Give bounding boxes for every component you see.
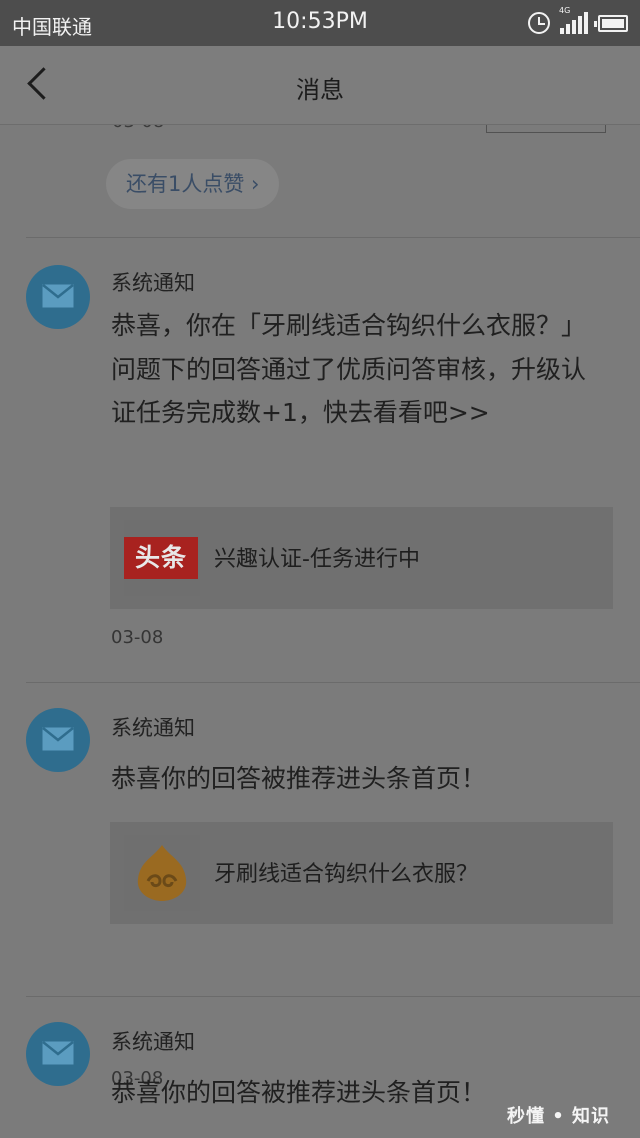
alarm-icon <box>528 12 550 34</box>
system-notice-avatar-mail-icon <box>26 708 90 772</box>
page-title: 消息 <box>296 76 344 104</box>
divider <box>26 996 640 997</box>
signal-icon: 4G <box>559 6 588 34</box>
card-thumbnail: 头条 <box>124 520 200 596</box>
card-thumbnail <box>124 835 200 911</box>
nav-bar: 消息 <box>0 46 640 125</box>
notification-body[interactable]: 恭喜你的回答被推荐进头条首页！ <box>111 757 601 801</box>
network-type: 4G <box>559 6 571 15</box>
notification-sender: 系统通知 <box>111 1030 195 1054</box>
more-likes-button[interactable]: 还有1人点赞 › <box>106 159 280 209</box>
status-icons: 4G <box>528 6 628 36</box>
linked-card[interactable]: 头条 兴趣认证-任务进行中 <box>110 507 613 609</box>
watermark: 秒懂 • 知识 <box>506 1106 610 1127</box>
system-notice-avatar-mail-icon <box>26 1022 90 1086</box>
message-list[interactable]: 03-08 还有1人点赞 › 系统通知 恭喜，你在「牙刷线适合钩织什么衣服？」问… <box>0 125 640 1138</box>
linked-card[interactable]: 牙刷线适合钩织什么衣服？ <box>110 822 613 924</box>
notification-sender: 系统通知 <box>111 271 195 295</box>
notification-body[interactable]: 恭喜，你在「牙刷线适合钩织什么衣服？」问题下的回答通过了优质问答审核，升级认证任… <box>111 304 601 435</box>
notification-date: 03-08 <box>111 627 164 648</box>
divider <box>26 682 640 683</box>
card-title: 兴趣认证-任务进行中 <box>214 547 420 572</box>
battery-icon <box>594 14 628 32</box>
divider <box>26 237 640 238</box>
previous-item-date: 03-08 <box>112 125 164 132</box>
notification-sender: 系统通知 <box>111 716 195 740</box>
toutiao-logo: 头条 <box>124 537 198 579</box>
card-title: 牙刷线适合钩织什么衣服？ <box>214 862 479 887</box>
status-bar: 中国联通 10:53PM 4G <box>0 0 640 46</box>
previous-item-thumbnail[interactable] <box>486 125 606 133</box>
system-notice-avatar-mail-icon <box>26 265 90 329</box>
flame-emblem-icon <box>137 845 187 901</box>
